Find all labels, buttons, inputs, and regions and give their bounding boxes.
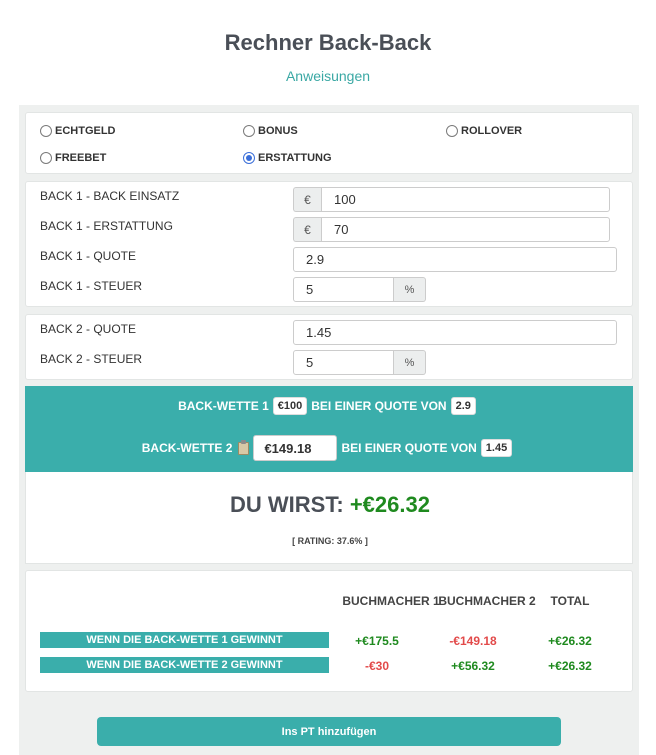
bet-summary-panel: BACK-WETTE 1 €100 BEI EINER QUOTE VON 2.… [25, 386, 633, 472]
summary-line1-stake: €100 [272, 397, 308, 415]
table-cell: +€175.5 [355, 634, 399, 648]
table-header-bookmaker1: BUCHMACHER 1 [342, 594, 440, 608]
summary-line1-odds: 2.9 [450, 397, 476, 415]
back1-tax-input[interactable]: 5 [293, 277, 394, 302]
table-header-bookmaker2: BUCHMACHER 2 [438, 594, 536, 608]
radio-circle [40, 152, 52, 164]
table-cell: -€149.18 [449, 634, 497, 648]
radio-circle [446, 125, 458, 137]
radio-erstattung[interactable]: ERSTATTUNG [243, 152, 332, 164]
summary-line-1: BACK-WETTE 1 €100 BEI EINER QUOTE VON 2.… [25, 396, 633, 416]
radio-freebet[interactable]: FREEBET [40, 152, 106, 164]
radio-circle [40, 125, 52, 137]
outcome-table: BUCHMACHER 1 BUCHMACHER 2 TOTAL WENN DIE… [25, 570, 633, 692]
back1-stake-input[interactable]: 100 [321, 187, 610, 212]
radio-bonus[interactable]: BONUS [243, 125, 298, 137]
result-label: DU WIRST: [230, 492, 344, 517]
radio-label: ERSTATTUNG [258, 152, 332, 164]
back2-odds-input[interactable]: 1.45 [293, 320, 617, 345]
table-cell: -€30 [364, 659, 390, 673]
table-cell: +€56.32 [451, 659, 495, 673]
back2-tax-label: BACK 2 - STEUER [40, 352, 143, 366]
radio-label: ECHTGELD [55, 125, 116, 137]
result-line: DU WIRST: +€26.32 [26, 492, 634, 518]
radio-label: ROLLOVER [461, 125, 523, 137]
page-title: Rechner Back-Back [224, 30, 432, 55]
radio-label: FREEBET [55, 152, 107, 164]
table-header-total: TOTAL [550, 594, 590, 608]
back1-odds-input[interactable]: 2.9 [293, 247, 617, 272]
back2-odds-label: BACK 2 - QUOTE [40, 322, 137, 336]
rating-text: [ RATING: 37.6% ] [292, 536, 368, 546]
summary-line1-mid: BEI EINER QUOTE VON [311, 399, 447, 413]
table-cell: +€26.32 [548, 659, 592, 673]
bet-type-panel: ECHTGELD BONUS ROLLOVER FREEBET ERSTATTU… [25, 112, 633, 174]
back2-panel: BACK 2 - QUOTE 1.45 BACK 2 - STEUER 5 % [25, 314, 633, 380]
summary-line-2: BACK-WETTE 2 €149.18 BEI EINER QUOTE VON… [25, 434, 633, 462]
percent-suffix: % [394, 277, 426, 302]
result-panel: DU WIRST: +€26.32 [ RATING: 37.6% ] [25, 472, 633, 564]
back1-stake-label: BACK 1 - BACK EINSATZ [40, 189, 180, 203]
radio-circle-selected [243, 152, 255, 164]
summary-line2-stake[interactable]: €149.18 [253, 435, 338, 461]
back1-refund-input[interactable]: 70 [321, 217, 610, 242]
percent-suffix: % [394, 350, 426, 375]
back1-odds-label: BACK 1 - QUOTE [40, 249, 137, 263]
summary-line1-prefix: BACK-WETTE 1 [178, 399, 269, 413]
table-row-label: WENN DIE BACK-WETTE 1 GEWINNT [40, 632, 329, 648]
currency-prefix: € [293, 187, 321, 212]
summary-line2-odds: 1.45 [480, 439, 513, 457]
result-profit: +€26.32 [349, 492, 430, 517]
radio-echtgeld[interactable]: ECHTGELD [40, 125, 116, 137]
table-row-label: WENN DIE BACK-WETTE 2 GEWINNT [40, 657, 329, 673]
summary-line2-prefix: BACK-WETTE 2 [141, 441, 233, 455]
back2-tax-input[interactable]: 5 [293, 350, 394, 375]
summary-line2-mid: BEI EINER QUOTE VON [341, 441, 477, 455]
table-cell: +€26.32 [548, 634, 592, 648]
back1-panel: BACK 1 - BACK EINSATZ € 100 BACK 1 - ERS… [25, 181, 633, 307]
add-to-pt-button[interactable]: Ins PT hinzufügen [97, 717, 561, 746]
back1-tax-label: BACK 1 - STEUER [40, 279, 143, 293]
currency-prefix: € [293, 217, 321, 242]
clipboard-icon[interactable] [238, 439, 250, 455]
calculator-container: ECHTGELD BONUS ROLLOVER FREEBET ERSTATTU… [19, 105, 639, 755]
radio-label: BONUS [258, 125, 298, 137]
radio-rollover[interactable]: ROLLOVER [446, 125, 522, 137]
instructions-link[interactable]: Anweisungen [0, 68, 656, 84]
radio-circle [243, 125, 255, 137]
back1-refund-label: BACK 1 - ERSTATTUNG [40, 219, 173, 233]
